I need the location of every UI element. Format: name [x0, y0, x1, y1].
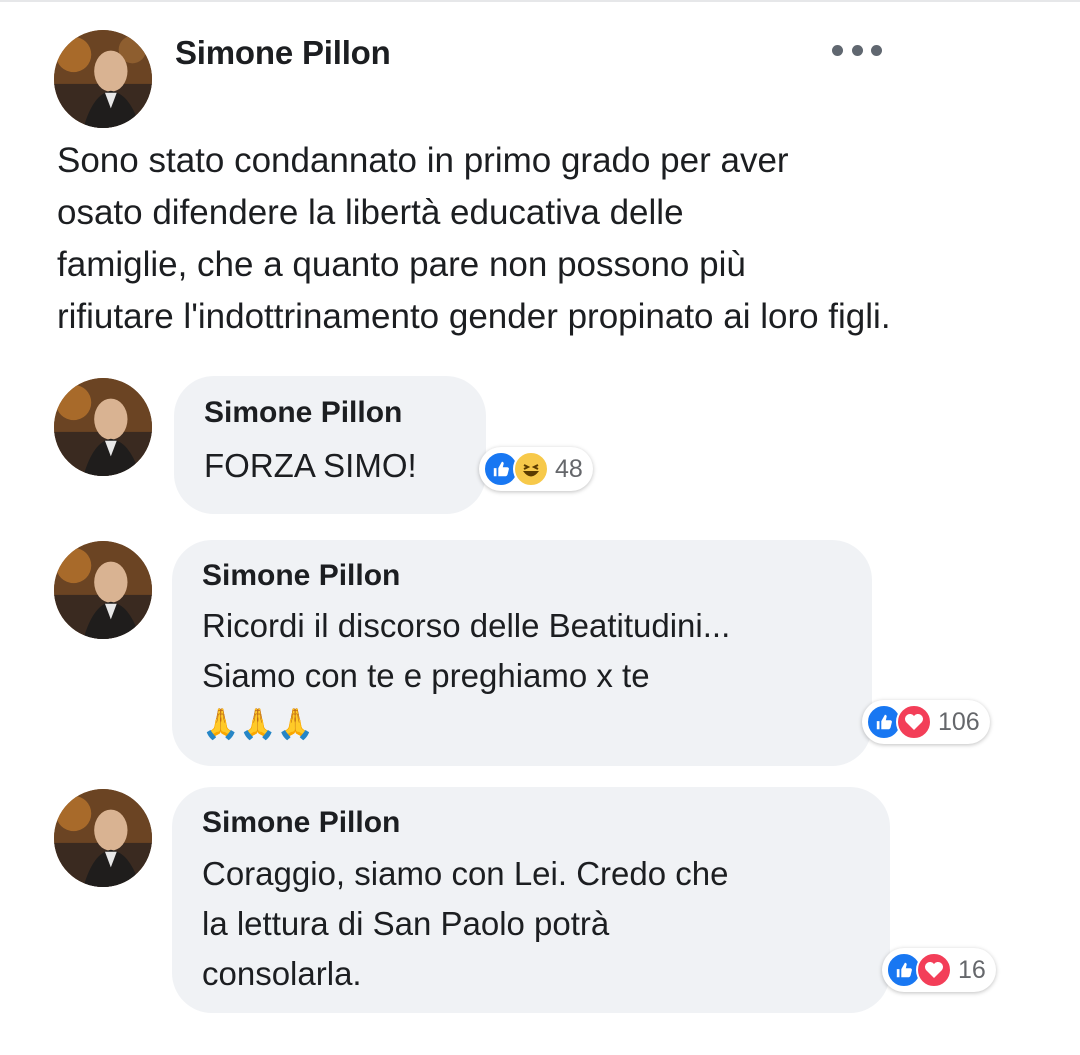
comment-author-name[interactable]: Simone Pillon: [202, 559, 400, 593]
comment-author-avatar[interactable]: [54, 789, 152, 887]
comment-reactions[interactable]: 48: [479, 447, 593, 491]
reaction-count: 48: [555, 454, 583, 483]
more-options-icon[interactable]: [832, 38, 882, 62]
love-reaction-icon: [916, 952, 952, 988]
avatar-photo: [54, 378, 152, 476]
dot: [871, 44, 882, 56]
comment-bubble: Simone Pillon Coraggio, siamo con Lei. C…: [172, 787, 890, 1013]
praying-hands-emoji: 🙏🙏🙏: [202, 708, 315, 741]
top-divider: [0, 0, 1080, 2]
comment-author-name[interactable]: Simone Pillon: [204, 396, 402, 430]
comment-reactions[interactable]: 106: [862, 700, 990, 744]
comment-text: FORZA SIMO!: [204, 447, 417, 484]
comment-author-avatar[interactable]: [54, 541, 152, 639]
comment-reactions[interactable]: 16: [882, 948, 996, 992]
post-author-avatar[interactable]: [54, 30, 152, 128]
comment-bubble: Simone Pillon FORZA SIMO!: [174, 376, 486, 514]
haha-reaction-icon: [513, 451, 549, 487]
dot: [851, 44, 863, 56]
avatar-photo: [54, 541, 152, 639]
avatar-photo: [54, 30, 152, 128]
reaction-count: 106: [938, 707, 980, 736]
comment-text: Coraggio, siamo con Lei. Credo che la le…: [202, 855, 729, 992]
post-body-text: Sono stato condannato in primo grado per…: [57, 141, 891, 336]
dot: [832, 44, 843, 56]
post-author-name[interactable]: Simone Pillon: [175, 34, 391, 72]
comment-author-name[interactable]: Simone Pillon: [202, 806, 400, 840]
comment-text: Ricordi il discorso delle Beatitudini...…: [202, 607, 731, 694]
comment-author-avatar[interactable]: [54, 378, 152, 476]
avatar-photo: [54, 789, 152, 887]
comment-bubble: Simone Pillon Ricordi il discorso delle …: [172, 540, 872, 766]
reaction-count: 16: [958, 955, 986, 984]
love-reaction-icon: [896, 704, 932, 740]
